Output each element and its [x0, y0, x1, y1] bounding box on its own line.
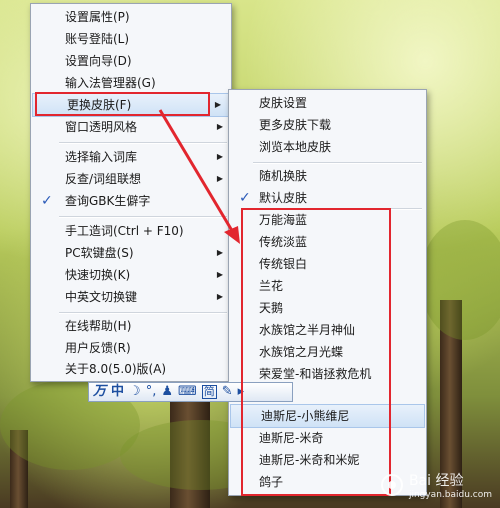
submenu-arrow-icon: ▶: [216, 122, 223, 131]
menu-item-change-skin[interactable]: 更换皮肤(F) ▶: [32, 93, 230, 117]
submenu-item-skin[interactable]: 传统银白: [229, 253, 426, 275]
submenu-item-skin[interactable]: 水族馆之月光蝶: [229, 341, 426, 363]
menu-separator: [59, 142, 227, 144]
ime-status-bar[interactable]: 万 中 ☽ °, ♟ ⌨ 简 ✎ ▸: [88, 382, 293, 402]
ime-context-menu: 设置属性(P) 账号登陆(L) 设置向导(D) 输入法管理器(G) 更换皮肤(F…: [30, 3, 232, 382]
submenu-item-skin[interactable]: 水族馆之半月神仙: [229, 319, 426, 341]
baidu-paw-icon: [380, 474, 403, 496]
submenu-arrow-icon: ▶: [216, 174, 223, 183]
menu-item-wizard[interactable]: 设置向导(D): [31, 50, 231, 72]
submenu-item-skin[interactable]: 万能海蓝: [229, 209, 426, 231]
submenu-arrow-icon: ▶: [214, 100, 221, 109]
menu-item-quick-switch[interactable]: 快速切换(K) ▶: [31, 264, 231, 286]
submenu-item-skin[interactable]: 兰花: [229, 275, 426, 297]
submenu-item-more-skins[interactable]: 更多皮肤下载: [229, 114, 426, 136]
submenu-arrow-icon: ▶: [216, 248, 223, 257]
tool-icon[interactable]: ✎: [222, 383, 233, 401]
half-width-moon-icon[interactable]: ☽: [129, 383, 141, 401]
submenu-arrow-icon: ▶: [216, 292, 223, 301]
menu-item-login[interactable]: 账号登陆(L): [31, 28, 231, 50]
chinese-mode-toggle[interactable]: 中: [111, 383, 124, 401]
menu-separator: [59, 312, 227, 314]
checkmark-icon: ✓: [41, 193, 53, 209]
menu-item-gbk-lookup[interactable]: ✓ 查询GBK生僻字: [31, 190, 231, 212]
menu-item-feedback[interactable]: 用户反馈(R): [31, 337, 231, 359]
menu-item-transparency[interactable]: 窗口透明风格 ▶: [31, 116, 231, 138]
keyboard-icon[interactable]: ⌨: [178, 383, 197, 401]
menu-item-online-help[interactable]: 在线帮助(H): [31, 315, 231, 337]
foliage: [420, 220, 500, 340]
menu-separator: [59, 216, 227, 218]
more-icon[interactable]: ▸: [238, 383, 245, 401]
checkmark-icon: ✓: [239, 190, 251, 206]
menu-item-about[interactable]: 关于8.0(5.0)版(A): [31, 359, 231, 379]
punctuation-toggle[interactable]: °,: [146, 383, 157, 401]
simplified-toggle[interactable]: 简: [201, 385, 217, 399]
menu-item-soft-keyboard[interactable]: PC软键盘(S) ▶: [31, 242, 231, 264]
ime-logo-icon[interactable]: 万: [93, 383, 106, 401]
submenu-item-random-skin[interactable]: 随机换肤: [229, 165, 426, 187]
submenu-item-skin[interactable]: 迪斯尼-米奇: [229, 427, 426, 449]
menu-item-dictionary[interactable]: 选择输入词库 ▶: [31, 146, 231, 168]
submenu-item-skin[interactable]: 传统淡蓝: [229, 231, 426, 253]
menu-item-ime-manager[interactable]: 输入法管理器(G): [31, 72, 231, 94]
submenu-item-skin[interactable]: 天鹅: [229, 297, 426, 319]
submenu-arrow-icon: ▶: [216, 152, 223, 161]
menu-separator: [253, 162, 422, 164]
baidu-jingyan-watermark: Bai 经验 jingyan.baidu.com: [380, 470, 492, 500]
submenu-arrow-icon: ▶: [216, 270, 223, 279]
user-icon[interactable]: ♟: [161, 383, 173, 401]
submenu-item-skin-settings[interactable]: 皮肤设置: [229, 92, 426, 114]
skin-submenu: 皮肤设置 更多皮肤下载 浏览本地皮肤 随机换肤 ✓ 默认皮肤 万能海蓝 传统淡蓝 …: [228, 89, 427, 496]
menu-item-manual-word[interactable]: 手工造词(Ctrl + F10): [31, 220, 231, 242]
submenu-item-default-skin[interactable]: ✓ 默认皮肤: [229, 187, 426, 209]
submenu-item-browse-local[interactable]: 浏览本地皮肤: [229, 136, 426, 158]
menu-item-cn-en-toggle[interactable]: 中英文切换键 ▶: [31, 286, 231, 308]
menu-item-settings[interactable]: 设置属性(P): [31, 6, 231, 28]
menu-item-reverse-lookup[interactable]: 反查/词组联想 ▶: [31, 168, 231, 190]
submenu-item-skin-hovered[interactable]: 迪斯尼-小熊维尼: [230, 404, 425, 428]
submenu-item-skin[interactable]: 迪斯尼-米奇和米妮: [229, 449, 426, 471]
